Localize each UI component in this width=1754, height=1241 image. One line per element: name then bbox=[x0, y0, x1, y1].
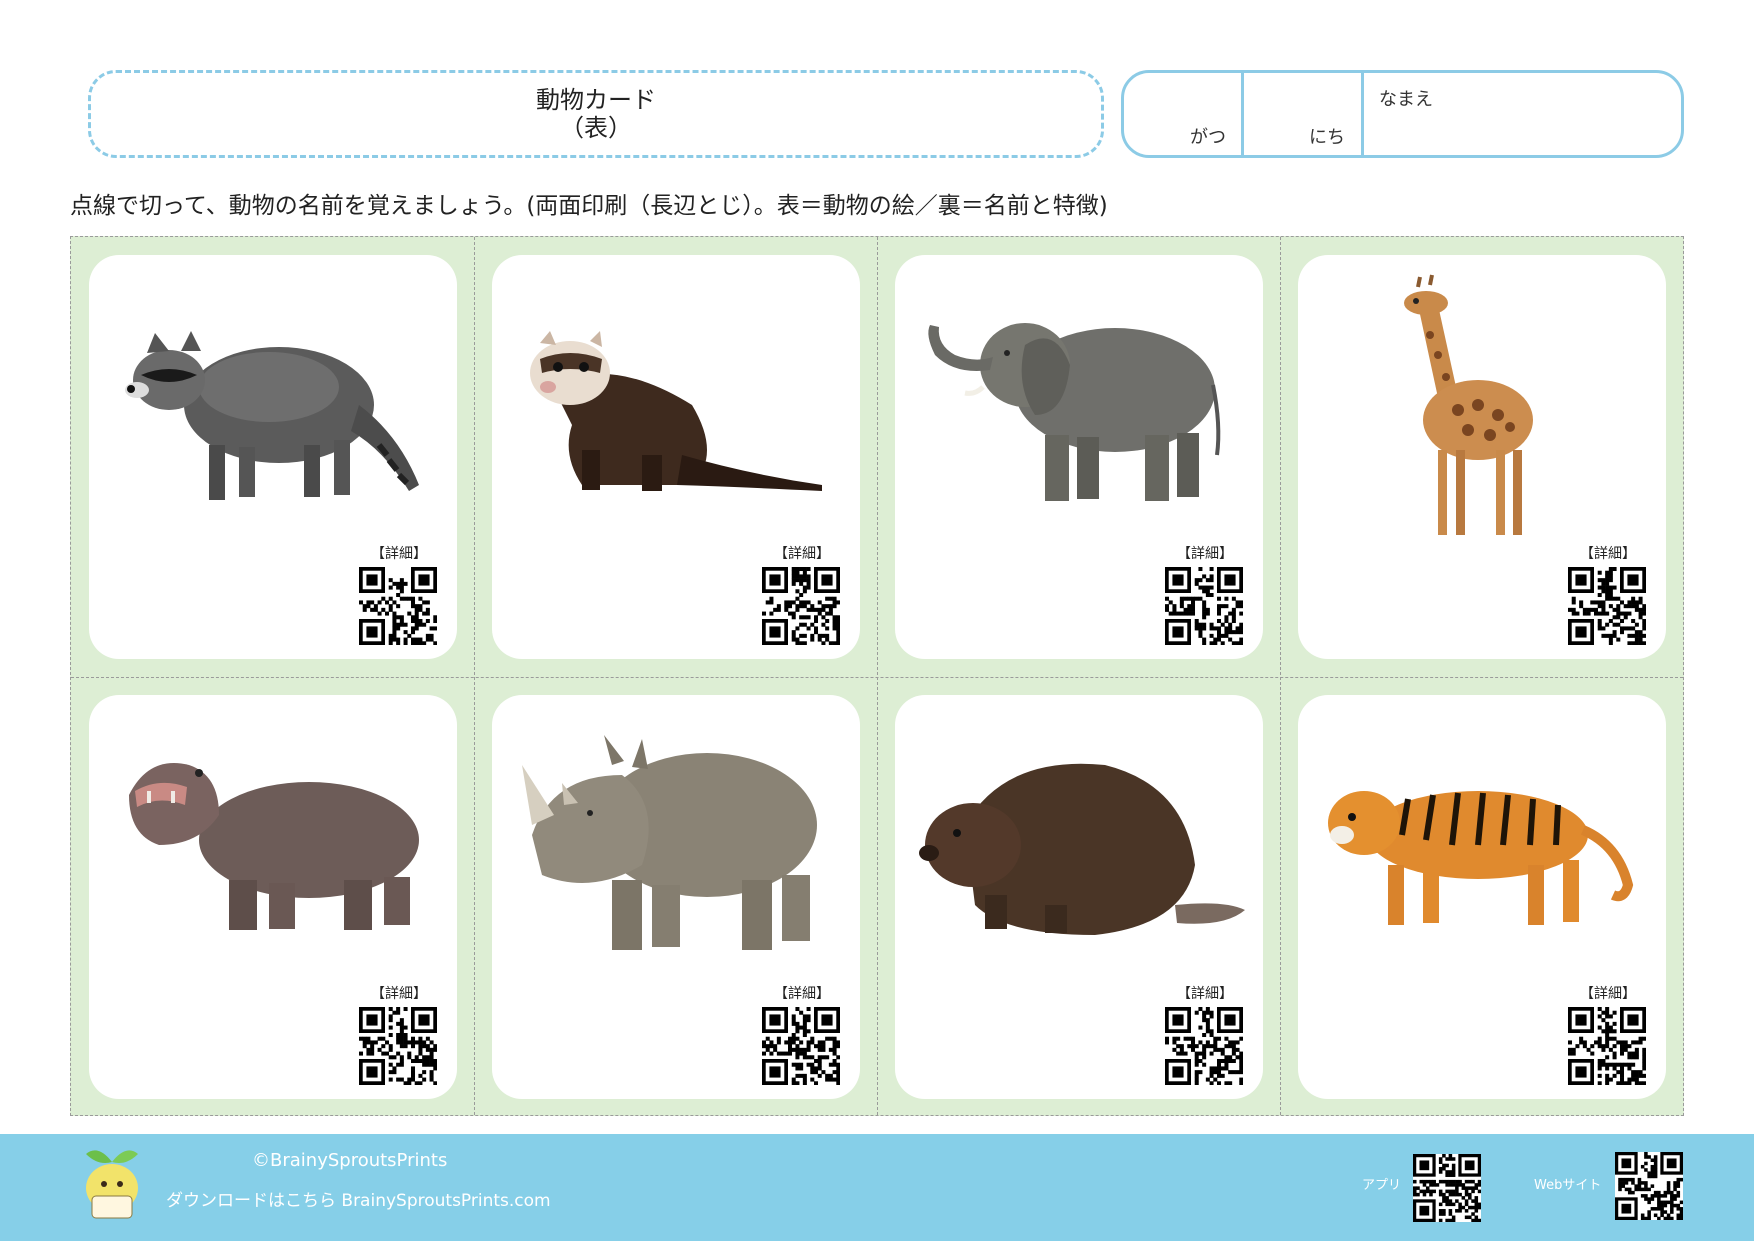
detail-label: 【詳細】 bbox=[1177, 546, 1233, 562]
detail-label: 【詳細】 bbox=[1580, 546, 1636, 562]
worksheet-title-box: 動物カード （表） bbox=[88, 70, 1104, 158]
divider bbox=[1241, 73, 1244, 155]
worksheet-title: 動物カード bbox=[536, 86, 656, 114]
worksheet-subtitle: （表） bbox=[560, 114, 632, 142]
animal-card: 【詳細】 bbox=[1298, 695, 1666, 1099]
day-label: にち bbox=[1309, 127, 1345, 148]
cut-line bbox=[877, 237, 878, 1115]
ferret-illustration bbox=[530, 331, 822, 491]
card-grid: 【詳細】 【詳細】 【詳細】 【詳細】 【詳細】 【詳細】 【詳細】 【詳細】 bbox=[70, 236, 1684, 1116]
detail-label: 【詳細】 bbox=[1177, 986, 1233, 1002]
detail-label: 【詳細】 bbox=[774, 986, 830, 1002]
app-qr-code-icon[interactable] bbox=[1413, 1154, 1482, 1223]
instruction-text: 点線で切って、動物の名前を覚えましょう。(両面印刷（長辺とじ）。表＝動物の絵／裏… bbox=[70, 193, 1108, 219]
month-label: がつ bbox=[1190, 127, 1226, 148]
name-label: なまえ bbox=[1379, 89, 1433, 110]
qr-code-icon[interactable] bbox=[762, 567, 841, 646]
footer-bar: ©BrainySproutsPrints ダウンロードはこちら BrainySp… bbox=[0, 1134, 1754, 1241]
giraffe-illustration bbox=[1404, 274, 1533, 535]
cut-line bbox=[71, 677, 1683, 678]
tiger-illustration bbox=[1328, 791, 1634, 925]
animal-card: 【詳細】 bbox=[895, 255, 1263, 659]
detail-label: 【詳細】 bbox=[371, 986, 427, 1002]
animal-card: 【詳細】 bbox=[492, 255, 860, 659]
qr-code-icon[interactable] bbox=[359, 1007, 438, 1086]
detail-label: 【詳細】 bbox=[774, 546, 830, 562]
animal-card: 【詳細】 bbox=[89, 255, 457, 659]
qr-code-icon[interactable] bbox=[762, 1007, 841, 1086]
sprout-mascot-logo bbox=[86, 1150, 138, 1219]
qr-code-icon[interactable] bbox=[1165, 567, 1244, 646]
elephant-illustration bbox=[928, 323, 1221, 501]
detail-label: 【詳細】 bbox=[1580, 986, 1636, 1002]
animal-card: 【詳細】 bbox=[895, 695, 1263, 1099]
app-label: アプリ bbox=[1362, 1178, 1402, 1193]
date-name-box: がつ にち なまえ bbox=[1121, 70, 1684, 158]
qr-code-icon[interactable] bbox=[1568, 1007, 1647, 1086]
animal-card: 【詳細】 bbox=[492, 695, 860, 1099]
rhinoceros-illustration bbox=[522, 735, 817, 950]
web-label: Webサイト bbox=[1534, 1178, 1602, 1193]
website-qr-code-icon[interactable] bbox=[1615, 1152, 1684, 1221]
qr-code-icon[interactable] bbox=[1568, 567, 1647, 646]
animal-card: 【詳細】 bbox=[1298, 255, 1666, 659]
detail-label: 【詳細】 bbox=[371, 546, 427, 562]
beaver-illustration bbox=[919, 763, 1245, 935]
hippopotamus-illustration bbox=[129, 763, 419, 930]
qr-code-icon[interactable] bbox=[359, 567, 438, 646]
copyright-text: ©BrainySproutsPrints bbox=[252, 1150, 448, 1171]
divider bbox=[1361, 73, 1364, 155]
qr-code-icon[interactable] bbox=[1165, 1007, 1244, 1086]
cut-line bbox=[474, 237, 475, 1115]
raccoon-illustration bbox=[125, 331, 419, 500]
animal-card: 【詳細】 bbox=[89, 695, 457, 1099]
cut-line bbox=[1280, 237, 1281, 1115]
download-link-text[interactable]: ダウンロードはこちら BrainySproutsPrints.com bbox=[166, 1186, 551, 1211]
